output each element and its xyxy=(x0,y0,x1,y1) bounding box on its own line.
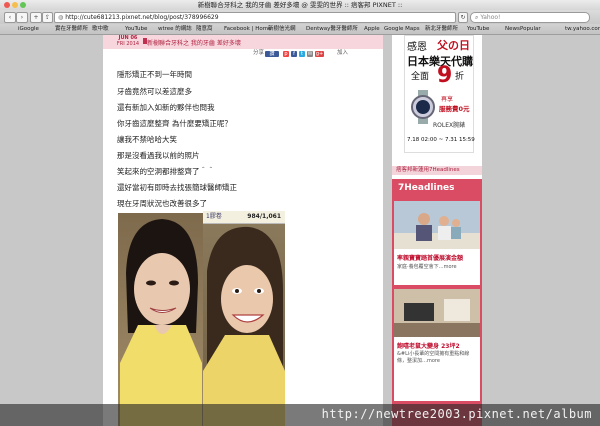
headline-image-family xyxy=(394,201,480,249)
bookmark-item[interactable]: tw.yahoo.com xyxy=(565,24,600,34)
bookmark-item[interactable]: 隨意窩 xyxy=(196,24,213,34)
bookmark-item[interactable]: Google Maps xyxy=(384,24,420,34)
facebook-icon[interactable]: f xyxy=(291,51,297,57)
url-input[interactable]: ◍ http://cute681213.pixnet.net/blog/post/… xyxy=(54,12,456,23)
add-tab-button[interactable]: + xyxy=(30,12,42,23)
before-photo[interactable] xyxy=(118,213,203,426)
search-icon: ⌕ xyxy=(475,14,479,21)
google-plus-icon[interactable]: g+ xyxy=(315,51,324,57)
like-button[interactable]: 讚 xyxy=(265,51,279,57)
post-date: JUN 06 FRI 2014 xyxy=(113,35,143,49)
search-placeholder: Yahoo! xyxy=(480,14,501,21)
page-content: JUN 06 FRI 2014 新樹聯合牙科之 我的牙齒 差好多壞 分享 讚 p… xyxy=(0,35,600,426)
bookmark-item[interactable]: iGoogle xyxy=(18,24,39,34)
share-label: 分享 xyxy=(253,50,265,56)
headline-title: 飽嘻老鼠大變身 23坪2 xyxy=(397,343,460,350)
headlines-widget: 7Headlines 率親寶寶踏首優展演金額 家庭·養包覆空會下…more 飽嘻… xyxy=(392,179,482,426)
bookmark-item[interactable]: News xyxy=(505,24,520,34)
before-photo-portrait xyxy=(120,219,202,426)
sidebar: 感恩 父の日 日本樂天代購 全面 9 折 再享 服務費0元 ROLEX腕錶 7.… xyxy=(392,35,482,426)
headlines-logo: 7Headlines xyxy=(398,183,455,193)
bookmark-item[interactable]: 新北牙醫師所 xyxy=(425,24,458,34)
headlines-section-title: 痞客邦新蓮用7Headlines xyxy=(392,166,482,175)
after-photo-portrait xyxy=(203,226,285,426)
bookmarks-bar: iGoogle 實在牙醫師所 歌中歌 YouTube wtree 的網誌 隨意窩 Faceb… xyxy=(0,24,600,35)
search-input[interactable]: ⌕ Yahoo! xyxy=(470,12,590,23)
bookmark-item[interactable]: YouTube xyxy=(125,24,147,34)
ad-discount-suffix: 折 xyxy=(455,72,465,82)
join-link[interactable]: 加入 xyxy=(337,50,348,57)
post-paragraph: 牙齒竟然可以差這麼多 xyxy=(117,87,192,96)
date-year: FRI 2014 xyxy=(116,41,140,47)
ad-thanks: 感恩 xyxy=(407,42,427,53)
ad-promo2: 服務費0元 xyxy=(439,105,470,113)
post-paragraph: 現在牙周狀況也改善很多了 xyxy=(117,199,207,208)
headline-card[interactable]: 率親寶寶踏首優展演金額 家庭·養包覆空會下…more xyxy=(394,201,480,285)
watch-image xyxy=(411,90,435,124)
window-titlebar: 新樹聯合牙科之 我的牙齒 差好多壞 @ 雯雯的世界 :: 痞客邦 PIXNET … xyxy=(0,0,600,10)
plurk-icon[interactable]: p xyxy=(283,51,289,57)
reload-button[interactable]: ↻ xyxy=(458,12,468,23)
after-photo[interactable]: 1膠卷 984/1,061 xyxy=(203,211,285,426)
post-title[interactable]: 新樹聯合牙科之 我的牙齒 差好多壞 xyxy=(147,38,241,47)
twitter-icon[interactable]: t xyxy=(299,51,305,57)
headline-card[interactable]: 飽嘻老鼠大變身 23坪2 &#Li小長輩的空間擁有重點和線條，整潔加…more xyxy=(394,289,480,401)
post-paragraph: 那是沒看過我以前的照片 xyxy=(117,151,200,160)
ad-discount-prefix: 全面 xyxy=(411,72,430,82)
headline-desc: &#Li小長輩的空間擁有重點和線條，整潔加…more xyxy=(397,351,470,364)
post-paragraph: 隱形矯正不到一年時間 xyxy=(117,70,192,79)
post-paragraph: 笑起來的空洞都排整齊了＾＾ xyxy=(117,167,215,176)
rakuten-ad[interactable]: 感恩 父の日 日本樂天代購 全面 9 折 再享 服務費0元 ROLEX腕錶 7.… xyxy=(404,35,475,153)
watermark-banner: http://newtree2003.pixnet.net/album xyxy=(0,404,600,426)
bookmark-item[interactable]: 歌中歌 xyxy=(92,24,109,34)
headline-title: 率親寶寶踏首優展演金額 xyxy=(397,255,464,262)
bookmark-item[interactable]: 實在牙醫師所 xyxy=(55,24,88,34)
email-icon[interactable]: ✉ xyxy=(307,51,313,57)
bookmark-item[interactable]: 新樹信光網 xyxy=(268,24,296,34)
bookmark-item[interactable]: Dentway醫牙醫師所 xyxy=(306,24,358,34)
ad-discount-number: 9 xyxy=(437,63,453,88)
share-page-button[interactable]: ⇪ xyxy=(42,12,53,23)
url-text: http://cute681213.pixnet.net/blog/post/3… xyxy=(65,14,219,21)
watermark-text: http://newtree2003.pixnet.net/album xyxy=(321,407,592,421)
ad-promo1: 再享 xyxy=(441,96,454,103)
post-paragraph: 你牙齒這麼整齊 為什麼要矯正呢？ xyxy=(117,119,232,128)
browser-toolbar: ‹ › + ⇪ ◍ http://cute681213.pixnet.net/bl… xyxy=(0,10,600,24)
ad-brand: ROLEX腕錶 xyxy=(433,122,466,129)
headline-image-livingroom xyxy=(394,289,480,337)
ad-date-range: 7.18 02:00 ~ 7.31 15:59 xyxy=(407,137,475,143)
headline-desc: 家庭·養包覆空會下…more xyxy=(397,264,457,270)
globe-icon: ◍ xyxy=(58,14,64,21)
bookmark-item[interactable]: Facebook | Home xyxy=(224,24,271,34)
back-button[interactable]: ‹ xyxy=(4,12,16,23)
post-paragraph: 讓我不禁哈哈大笑 xyxy=(117,135,177,144)
like-label: 讚 xyxy=(269,51,275,57)
bookmark-item[interactable]: Apple xyxy=(364,24,380,34)
post-header: JUN 06 FRI 2014 新樹聯合牙科之 我的牙齒 差好多壞 xyxy=(103,35,383,49)
post-paragraph: 還好當初有即時去找張簡球醫師矯正 xyxy=(117,183,237,192)
bookmark-item[interactable]: Popular xyxy=(520,24,541,34)
ad-holiday: 父の日 xyxy=(437,39,470,52)
bookmark-item[interactable]: YouTube xyxy=(467,24,489,34)
forward-button[interactable]: › xyxy=(16,12,28,23)
window-title: 新樹聯合牙科之 我的牙齒 差好多壞 @ 雯雯的世界 :: 痞客邦 PIXNET … xyxy=(197,1,403,9)
post-paragraph: 還有新加入如新的夥伴也問我 xyxy=(117,103,215,112)
bookmark-item[interactable]: wtree 的網誌 xyxy=(158,24,192,34)
blog-post: JUN 06 FRI 2014 新樹聯合牙科之 我的牙齒 差好多壞 分享 讚 p… xyxy=(103,35,383,426)
